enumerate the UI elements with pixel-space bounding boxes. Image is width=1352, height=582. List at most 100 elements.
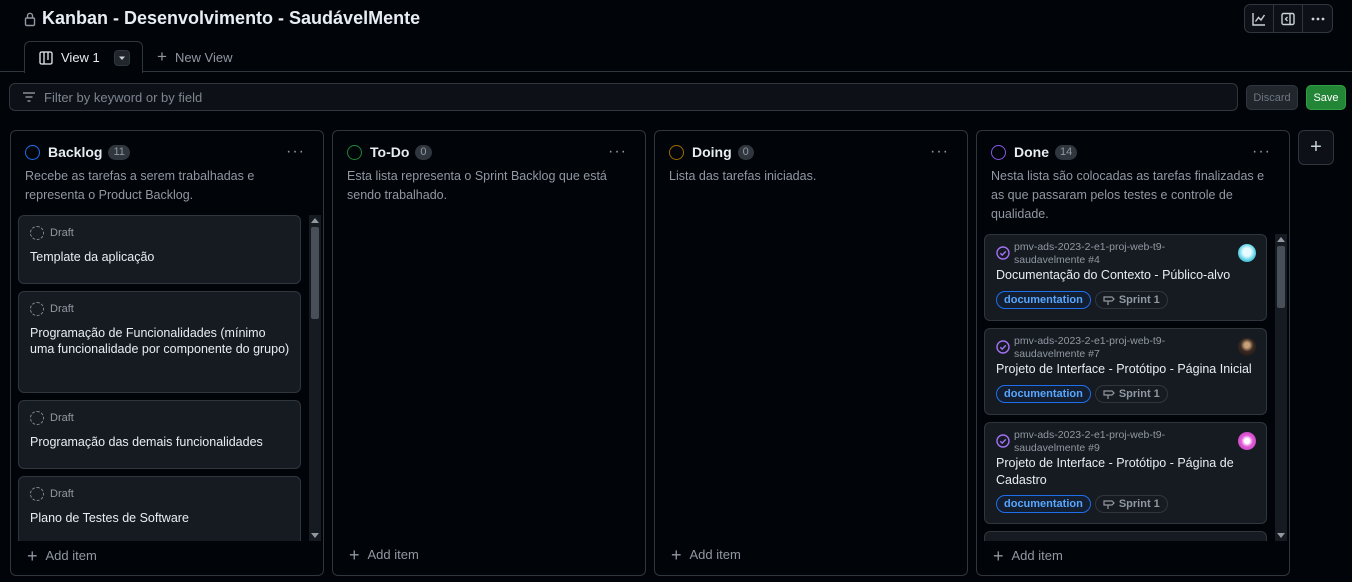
add-column-button[interactable]: +: [1298, 130, 1334, 165]
issue-closed-icon: [996, 434, 1010, 448]
column-menu-kebab-icon[interactable]: ···: [930, 143, 949, 161]
issue-closed-icon: [996, 246, 1010, 260]
sprint-label: Sprint 1: [1118, 498, 1160, 510]
card-title[interactable]: Programação de Funcionalidades (mínimo u…: [30, 325, 290, 357]
draft-icon: [30, 411, 44, 425]
issue-card[interactable]: pmv-ads-2023-2-e1-proj-web-t9-saudavelme…: [984, 328, 1267, 415]
scroll-thumb[interactable]: [311, 227, 319, 319]
status-circle-icon: [25, 144, 40, 160]
more-options-button[interactable]: [1303, 5, 1332, 32]
add-item-button[interactable]: + Add item: [27, 547, 97, 565]
scroll-down-icon[interactable]: [1277, 533, 1285, 538]
card-item[interactable]: Draft Programação de Funcionalidades (mí…: [18, 291, 301, 393]
add-item-label: Add item: [1011, 548, 1063, 563]
add-item-button[interactable]: + Add item: [349, 546, 419, 564]
label-row: documentation Sprint 1: [996, 291, 1168, 309]
sprint-badge[interactable]: Sprint 1: [1094, 495, 1168, 513]
issue-repository[interactable]: pmv-ads-2023-2-e1-proj-web-t9-saudavelme…: [1014, 429, 1214, 455]
avatar[interactable]: [1238, 432, 1256, 450]
side-panel-button[interactable]: [1274, 5, 1303, 32]
draft-label: Draft: [50, 412, 74, 424]
column-menu-kebab-icon[interactable]: ···: [1252, 143, 1271, 161]
add-item-button[interactable]: + Add item: [993, 545, 1063, 566]
card-item[interactable]: Draft Plano de Testes de Software: [18, 476, 301, 541]
add-item-label: Add item: [45, 548, 97, 563]
lock-icon: [24, 11, 38, 27]
title-area: Kanban - Desenvolvimento - SaudávelMente: [24, 8, 420, 29]
page-title: Kanban - Desenvolvimento - SaudávelMente: [42, 8, 421, 28]
scroll-down-icon[interactable]: [311, 533, 319, 538]
label-row: documentation Sprint 1: [996, 495, 1168, 513]
card-title[interactable]: Plano de Testes de Software: [30, 510, 290, 526]
column-description: Lista das tarefas iniciadas.: [669, 169, 817, 183]
scroll-up-icon[interactable]: [1277, 237, 1285, 242]
insights-button[interactable]: [1245, 5, 1274, 32]
scrollbar[interactable]: [1275, 234, 1287, 541]
item-count: 11: [108, 144, 130, 160]
kebab-icon: [1311, 17, 1324, 20]
status-circle-icon: [347, 144, 362, 160]
plus-icon: +: [1310, 136, 1322, 158]
graph-icon: [1252, 12, 1266, 26]
avatar[interactable]: [1238, 244, 1256, 262]
draft-label: Draft: [50, 303, 74, 315]
add-item-button[interactable]: + Add item: [671, 544, 741, 565]
plus-icon: +: [993, 545, 1004, 566]
sprint-label: Sprint 1: [1118, 388, 1160, 400]
column-header: To-Do 0: [347, 144, 432, 160]
column-header: Doing 0: [669, 144, 754, 160]
issue-title[interactable]: Projeto de Interface - Protótipo - Págin…: [996, 361, 1258, 378]
new-view-button[interactable]: + New View: [157, 42, 233, 72]
issue-title[interactable]: Documentação do Contexto - Público-alvo: [996, 267, 1258, 284]
filter-input[interactable]: [44, 89, 1044, 105]
column-backlog: Backlog 11 ··· Recebe as tarefas a serem…: [10, 130, 324, 576]
column-menu-kebab-icon[interactable]: ···: [286, 143, 305, 161]
tab-view-1[interactable]: View 1: [24, 41, 143, 73]
filter-icon: [23, 92, 35, 102]
item-count: 14: [1055, 144, 1078, 160]
card-item[interactable]: Draft Template da aplicação: [18, 215, 301, 284]
issue-card[interactable]: [984, 531, 1267, 541]
issue-closed-icon: [996, 340, 1010, 354]
card-title[interactable]: Template da aplicação: [30, 249, 290, 265]
add-item-label: Add item: [367, 547, 419, 562]
project-header: Kanban - Desenvolvimento - SaudávelMente…: [0, 0, 1352, 73]
issue-card[interactable]: pmv-ads-2023-2-e1-proj-web-t9-saudavelme…: [984, 234, 1267, 321]
sprint-badge[interactable]: Sprint 1: [1094, 291, 1168, 309]
column-menu-kebab-icon[interactable]: ···: [608, 143, 627, 161]
issue-card[interactable]: pmv-ads-2023-2-e1-proj-web-t9-saudavelme…: [984, 422, 1267, 524]
card-list: pmv-ads-2023-2-e1-proj-web-t9-saudavelme…: [984, 234, 1269, 541]
scroll-thumb[interactable]: [1277, 246, 1285, 308]
milestone-icon: [1103, 296, 1115, 305]
column-header: Done 14: [991, 144, 1078, 160]
item-count: 0: [415, 144, 432, 160]
filter-bar: [9, 83, 1238, 111]
avatar[interactable]: [1238, 338, 1256, 356]
save-button[interactable]: Save: [1306, 85, 1346, 110]
item-count: 0: [737, 144, 754, 160]
plus-icon: +: [671, 544, 682, 565]
sidebar-icon: [1281, 12, 1295, 25]
board-icon: [39, 50, 53, 65]
sprint-badge[interactable]: Sprint 1: [1094, 385, 1168, 403]
card-item[interactable]: Draft Programação das demais funcionalid…: [18, 400, 301, 469]
scroll-up-icon[interactable]: [311, 218, 319, 223]
column-title: Doing: [692, 144, 732, 160]
discard-button[interactable]: Discard: [1246, 85, 1298, 110]
label-documentation[interactable]: documentation: [996, 291, 1091, 309]
issue-repository[interactable]: pmv-ads-2023-2-e1-proj-web-t9-saudavelme…: [1014, 241, 1214, 267]
issue-repository[interactable]: pmv-ads-2023-2-e1-proj-web-t9-saudavelme…: [1014, 335, 1214, 361]
label-documentation[interactable]: documentation: [996, 385, 1091, 403]
draft-status: Draft: [30, 411, 74, 425]
issue-title[interactable]: Projeto de Interface - Protótipo - Págin…: [996, 455, 1258, 489]
draft-icon: [30, 226, 44, 240]
column-todo: To-Do 0 ··· Esta lista representa o Spri…: [332, 130, 646, 576]
milestone-icon: [1103, 500, 1115, 509]
view-options-button[interactable]: [113, 49, 130, 66]
label-documentation[interactable]: documentation: [996, 495, 1091, 513]
card-list: Draft Template da aplicação Draft Progra…: [18, 215, 303, 541]
draft-status: Draft: [30, 226, 74, 240]
status-circle-icon: [991, 144, 1006, 160]
card-title[interactable]: Programação das demais funcionalidades: [30, 434, 290, 450]
scrollbar[interactable]: [309, 215, 321, 541]
